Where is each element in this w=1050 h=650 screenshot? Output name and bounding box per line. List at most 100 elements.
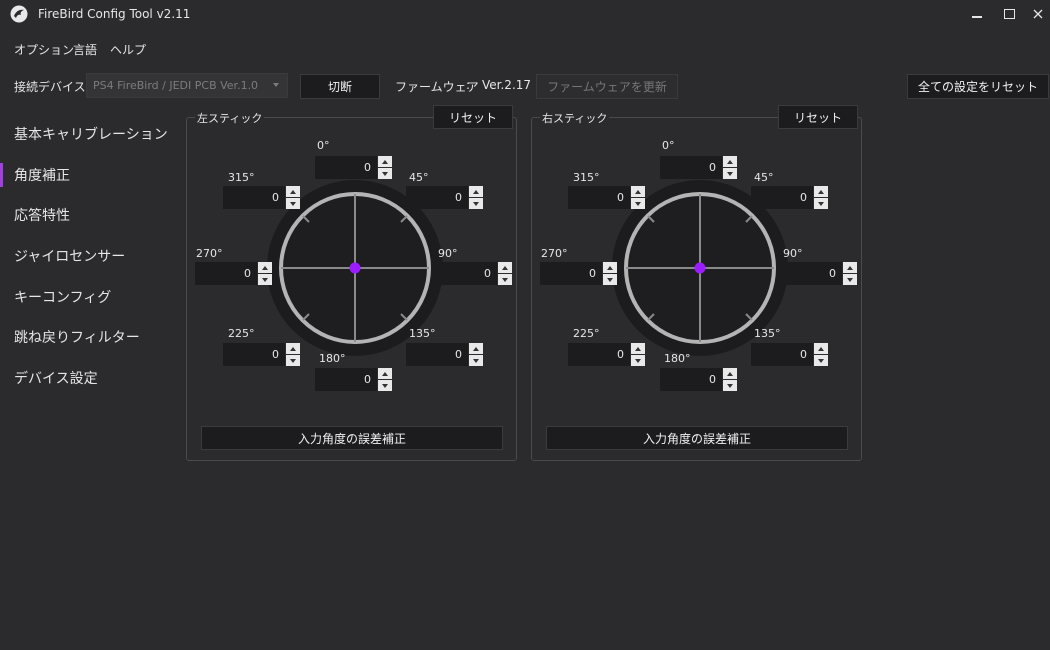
increment-arrow-icon[interactable] — [378, 156, 392, 167]
left-angle-stepper-0[interactable]: 0 — [315, 156, 393, 179]
left-angle-input-45[interactable]: 0 — [406, 186, 468, 209]
sidebar-active-indicator — [0, 163, 3, 187]
right-angle-input-0[interactable]: 0 — [660, 156, 722, 179]
decrement-arrow-icon[interactable] — [843, 274, 857, 285]
left-angle-stepper-45[interactable]: 0 — [406, 186, 484, 209]
left-angle-input-0[interactable]: 0 — [315, 156, 377, 179]
left-angle-stepper-315[interactable]: 0 — [223, 186, 301, 209]
right-angle-input-270[interactable]: 0 — [540, 262, 602, 285]
left-angle-input-270[interactable]: 0 — [195, 262, 257, 285]
decrement-arrow-icon[interactable] — [631, 355, 645, 366]
decrement-arrow-icon[interactable] — [286, 198, 300, 209]
firmware-separator: : — [466, 78, 471, 92]
right-stick-panel: 右スティック リセット 0° 0 45° 0 90° 0 135° 0 180°… — [531, 105, 862, 461]
sidebar-item-rebound-filter[interactable]: 跳ね戻りフィルター — [14, 327, 140, 347]
increment-arrow-icon[interactable] — [723, 368, 737, 379]
increment-arrow-icon[interactable] — [286, 186, 300, 197]
right-angle-input-90[interactable]: 0 — [780, 262, 842, 285]
increment-arrow-icon[interactable] — [498, 262, 512, 273]
decrement-arrow-icon[interactable] — [723, 380, 737, 391]
sidebar-item-basic-calibration[interactable]: 基本キャリブレーション — [14, 124, 168, 144]
left-angle-input-180[interactable]: 0 — [315, 368, 377, 391]
left-angle-label-135: 135° — [409, 327, 436, 340]
sidebar-item-key-config[interactable]: キーコンフィグ — [14, 287, 111, 307]
sidebar-item-gyro[interactable]: ジャイロセンサー — [14, 246, 125, 266]
decrement-arrow-icon[interactable] — [498, 274, 512, 285]
decrement-arrow-icon[interactable] — [603, 274, 617, 285]
update-firmware-button[interactable]: ファームウェアを更新 — [536, 74, 678, 99]
right-angle-label-225: 225° — [573, 327, 600, 340]
decrement-arrow-icon[interactable] — [286, 355, 300, 366]
device-label: 接続デバイス — [14, 80, 86, 94]
right-stick-position-dot — [694, 262, 706, 274]
left-angle-label-0: 0° — [317, 139, 330, 152]
increment-arrow-icon[interactable] — [258, 262, 272, 273]
increment-arrow-icon[interactable] — [814, 343, 828, 354]
right-angle-input-45[interactable]: 0 — [751, 186, 813, 209]
decrement-arrow-icon[interactable] — [814, 198, 828, 209]
increment-arrow-icon[interactable] — [843, 262, 857, 273]
left-stick-reset-button[interactable]: リセット — [433, 105, 513, 129]
left-angle-stepper-270[interactable]: 0 — [195, 262, 273, 285]
reset-all-button[interactable]: 全ての設定をリセット — [907, 74, 1049, 99]
decrement-arrow-icon[interactable] — [378, 168, 392, 179]
left-angle-input-315[interactable]: 0 — [223, 186, 285, 209]
increment-arrow-icon[interactable] — [469, 343, 483, 354]
title-bar: FireBird Config Tool v2.11 — [0, 0, 1050, 30]
decrement-arrow-icon[interactable] — [814, 355, 828, 366]
right-angle-input-315[interactable]: 0 — [568, 186, 630, 209]
menu-language[interactable]: 言語 — [73, 41, 97, 58]
right-angle-stepper-0[interactable]: 0 — [660, 156, 738, 179]
decrement-arrow-icon[interactable] — [258, 274, 272, 285]
right-stick-reset-button[interactable]: リセット — [778, 105, 858, 129]
minimize-icon — [972, 16, 982, 18]
right-angle-stepper-45[interactable]: 0 — [751, 186, 829, 209]
right-angle-label-135: 135° — [754, 327, 781, 340]
increment-arrow-icon[interactable] — [723, 156, 737, 167]
right-angle-stepper-180[interactable]: 0 — [660, 368, 738, 391]
device-select[interactable]: PS4 FireBird / JEDI PCB Ver.1.0 — [86, 73, 288, 98]
minimize-button[interactable] — [964, 2, 990, 26]
right-angle-stepper-315[interactable]: 0 — [568, 186, 646, 209]
increment-arrow-icon[interactable] — [814, 186, 828, 197]
left-angle-stepper-180[interactable]: 0 — [315, 368, 393, 391]
sidebar-item-response[interactable]: 応答特性 — [14, 205, 70, 225]
sidebar-item-device-settings[interactable]: デバイス設定 — [14, 368, 98, 388]
maximize-button[interactable] — [996, 2, 1022, 26]
right-angle-stepper-135[interactable]: 0 — [751, 343, 829, 366]
increment-arrow-icon[interactable] — [603, 262, 617, 273]
decrement-arrow-icon[interactable] — [378, 380, 392, 391]
left-angle-input-90[interactable]: 0 — [435, 262, 497, 285]
close-icon — [1033, 9, 1043, 19]
left-stick-panel: 左スティック リセット 0° 0 45° 0 90° 0 135° 0 180°… — [186, 105, 517, 461]
window-title: FireBird Config Tool v2.11 — [38, 7, 191, 21]
disconnect-button[interactable]: 切断 — [300, 74, 380, 99]
sidebar-item-angle-correction[interactable]: 角度補正 — [14, 165, 70, 185]
firmware-version: Ver.2.17 — [482, 78, 532, 92]
menu-help[interactable]: ヘルプ — [110, 41, 146, 58]
left-angle-input-225[interactable]: 0 — [223, 343, 285, 366]
increment-arrow-icon[interactable] — [378, 368, 392, 379]
right-angle-input-180[interactable]: 0 — [660, 368, 722, 391]
right-angle-input-135[interactable]: 0 — [751, 343, 813, 366]
right-angle-stepper-270[interactable]: 0 — [540, 262, 618, 285]
increment-arrow-icon[interactable] — [631, 343, 645, 354]
decrement-arrow-icon[interactable] — [631, 198, 645, 209]
decrement-arrow-icon[interactable] — [469, 198, 483, 209]
left-angle-stepper-135[interactable]: 0 — [406, 343, 484, 366]
left-angle-stepper-225[interactable]: 0 — [223, 343, 301, 366]
right-angle-input-225[interactable]: 0 — [568, 343, 630, 366]
decrement-arrow-icon[interactable] — [469, 355, 483, 366]
left-calibrate-button[interactable]: 入力角度の誤差補正 — [201, 426, 503, 450]
increment-arrow-icon[interactable] — [469, 186, 483, 197]
increment-arrow-icon[interactable] — [631, 186, 645, 197]
menu-options[interactable]: オプション — [14, 41, 74, 58]
left-angle-input-135[interactable]: 0 — [406, 343, 468, 366]
left-angle-stepper-90[interactable]: 0 — [435, 262, 513, 285]
decrement-arrow-icon[interactable] — [723, 168, 737, 179]
right-angle-stepper-90[interactable]: 0 — [780, 262, 858, 285]
increment-arrow-icon[interactable] — [286, 343, 300, 354]
right-angle-stepper-225[interactable]: 0 — [568, 343, 646, 366]
right-calibrate-button[interactable]: 入力角度の誤差補正 — [546, 426, 848, 450]
close-button[interactable] — [1025, 2, 1050, 26]
